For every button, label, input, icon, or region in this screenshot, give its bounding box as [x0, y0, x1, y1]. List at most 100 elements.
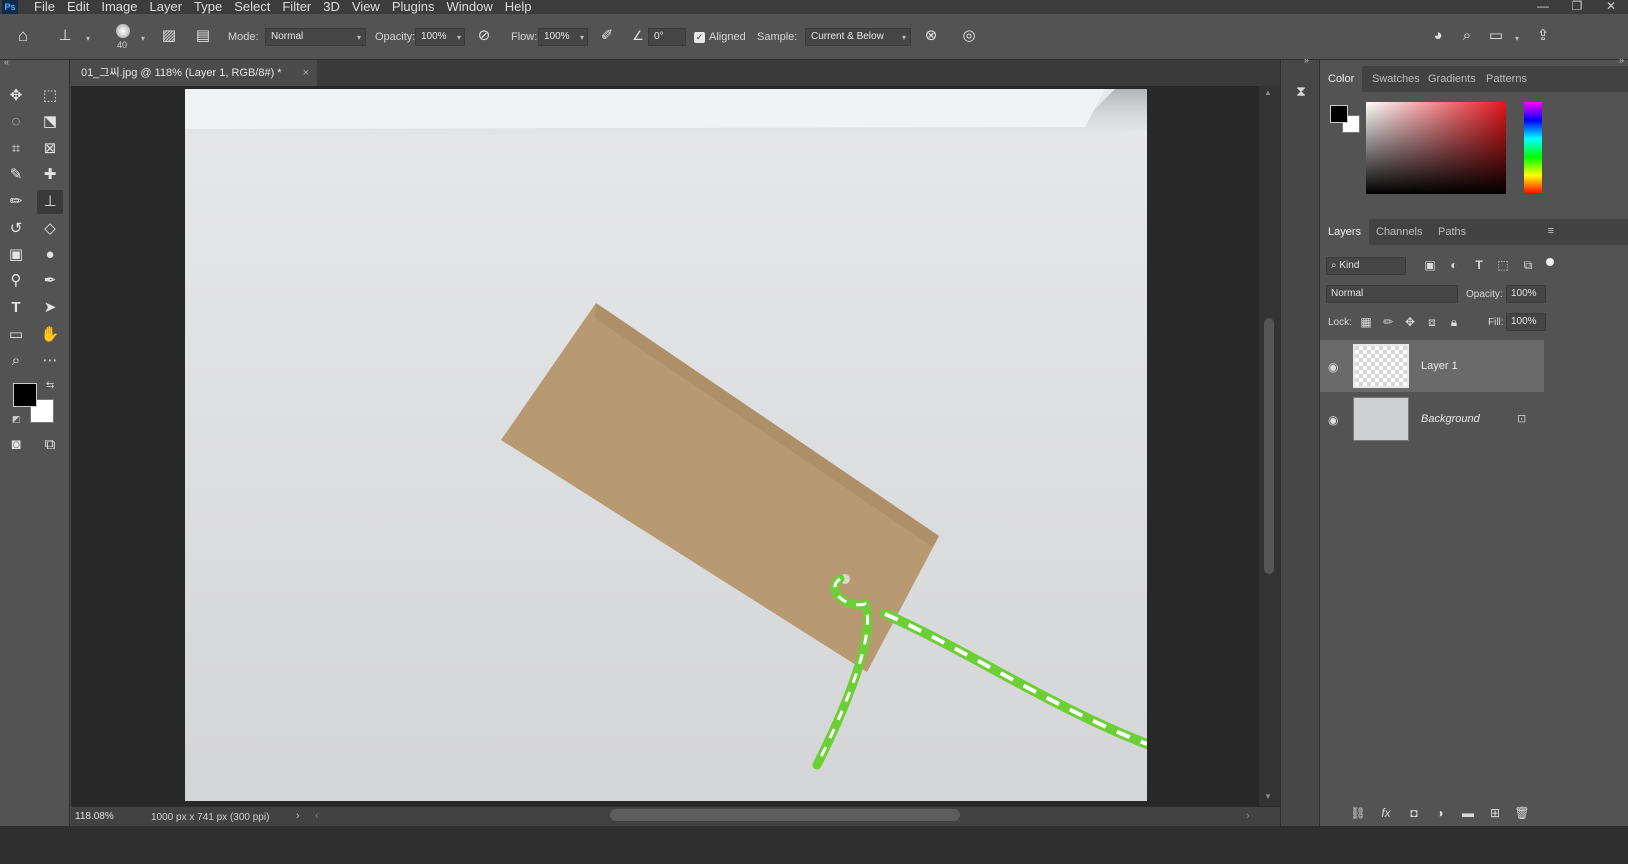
document-image[interactable]: [185, 89, 1147, 801]
dodge-tool-icon[interactable]: ⚲: [3, 269, 29, 293]
color-field[interactable]: [1366, 102, 1506, 194]
menu-filter[interactable]: Filter: [282, 0, 311, 14]
collapse-panels-icon[interactable]: »: [1619, 55, 1624, 65]
crop-tool-icon[interactable]: ⌗: [3, 137, 29, 161]
tab-channels[interactable]: Channels: [1368, 219, 1430, 245]
collapse-dock-icon[interactable]: »: [1304, 55, 1309, 65]
close-icon[interactable]: ✕: [1594, 0, 1628, 14]
close-tab-icon[interactable]: ×: [303, 60, 309, 86]
layer-filter-select[interactable]: ⌕ Kind: [1326, 257, 1406, 275]
healing-brush-tool-icon[interactable]: ✚: [37, 163, 63, 187]
brush-preview-icon[interactable]: [116, 24, 130, 38]
move-tool-icon[interactable]: ✥: [3, 84, 29, 108]
tab-gradients[interactable]: Gradients: [1420, 66, 1484, 92]
adjustment-filter-icon[interactable]: ◐: [1446, 258, 1462, 272]
screen-mode-icon[interactable]: ⧉: [37, 433, 63, 457]
mode-select[interactable]: Normal ▾: [265, 28, 366, 46]
default-colors-icon[interactable]: ◩: [12, 414, 21, 425]
vertical-scroll-thumb[interactable]: [1264, 318, 1274, 574]
lock-all-icon[interactable]: 🔒︎: [1446, 315, 1462, 330]
eyedropper-tool-icon[interactable]: ✎: [3, 163, 29, 187]
layer-name[interactable]: Layer 1: [1421, 360, 1458, 372]
chevron-down-icon[interactable]: ▾: [1515, 34, 1519, 43]
document-tab[interactable]: 01_그씨.jpg @ 118% (Layer 1, RGB/8#) * ×: [71, 60, 317, 86]
lock-pixels-icon[interactable]: ✏: [1380, 315, 1396, 329]
more-tools-icon[interactable]: ⋯: [37, 349, 63, 373]
scroll-right-icon[interactable]: ›: [1246, 810, 1250, 822]
layer-row-background[interactable]: ◉ Background ⊡: [1320, 393, 1544, 445]
sample-select[interactable]: Current & Below ▾: [805, 28, 911, 46]
pixel-filter-icon[interactable]: ▣: [1422, 258, 1438, 272]
path-selection-tool-icon[interactable]: ➤: [37, 296, 63, 320]
object-selection-tool-icon[interactable]: ⬔: [37, 110, 63, 134]
tab-swatches[interactable]: Swatches: [1364, 66, 1428, 92]
pressure-opacity-icon[interactable]: ⊘: [475, 27, 493, 45]
lasso-tool-icon[interactable]: ◌: [3, 110, 29, 134]
menu-file[interactable]: File: [34, 0, 55, 14]
zoom-tool-icon[interactable]: ⌕: [3, 349, 29, 373]
swap-colors-icon[interactable]: ⇆: [46, 380, 54, 391]
color-panel-fg-swatch[interactable]: [1330, 105, 1348, 123]
smart-object-filter-icon[interactable]: ⧉: [1520, 258, 1536, 273]
filter-toggle-icon[interactable]: [1546, 258, 1554, 266]
lock-artboard-icon[interactable]: ⧈: [1424, 315, 1440, 330]
menu-select[interactable]: Select: [234, 0, 270, 14]
fill-field[interactable]: 100%: [1506, 313, 1546, 331]
type-filter-icon[interactable]: T: [1471, 258, 1487, 272]
layer-thumbnail[interactable]: [1353, 397, 1409, 441]
eraser-tool-icon[interactable]: ◇: [37, 217, 63, 241]
aligned-checkbox[interactable]: ✓: [694, 32, 705, 43]
menu-layer[interactable]: Layer: [150, 0, 183, 14]
layer-style-icon[interactable]: fx: [1378, 806, 1394, 820]
hue-slider[interactable]: [1524, 102, 1542, 194]
rectangle-tool-icon[interactable]: ▭: [3, 323, 29, 347]
menu-type[interactable]: Type: [194, 0, 222, 14]
new-adjustment-layer-icon[interactable]: ◑: [1432, 806, 1448, 820]
layer-thumbnail[interactable]: [1353, 344, 1409, 388]
add-mask-icon[interactable]: ◘: [1406, 806, 1422, 820]
lock-position-icon[interactable]: ✥: [1402, 315, 1418, 329]
panel-menu-icon[interactable]: ≡: [1548, 225, 1554, 237]
brush-tool-icon[interactable]: ✏: [3, 190, 29, 214]
menu-edit[interactable]: Edit: [67, 0, 89, 14]
scroll-up-icon[interactable]: ▲: [1264, 88, 1272, 97]
quick-mask-icon[interactable]: ◙: [3, 433, 29, 457]
link-layers-icon[interactable]: ⛓: [1350, 806, 1366, 820]
delete-layer-icon[interactable]: 🗑︎: [1514, 806, 1530, 820]
menu-view[interactable]: View: [352, 0, 380, 14]
tab-patterns[interactable]: Patterns: [1478, 66, 1535, 92]
ignore-adjustment-layers-icon[interactable]: ⊗: [922, 27, 940, 45]
marquee-tool-icon[interactable]: ⬚: [37, 84, 63, 108]
blur-tool-icon[interactable]: ●: [37, 243, 63, 267]
layer-row-layer-1[interactable]: ◉ Layer 1: [1320, 340, 1544, 392]
document-info[interactable]: 1000 px x 741 px (300 ppi): [151, 812, 269, 823]
horizontal-scroll-thumb[interactable]: [610, 809, 960, 821]
status-menu-icon[interactable]: ›: [296, 810, 300, 822]
flow-field[interactable]: 100% ▾: [538, 28, 588, 46]
workspace-icon[interactable]: ▭: [1487, 27, 1505, 45]
zoom-level[interactable]: 118.08%: [75, 811, 114, 822]
chevron-down-icon[interactable]: ▾: [141, 34, 145, 43]
learn-icon[interactable]: ◕: [1429, 27, 1447, 45]
menu-help[interactable]: Help: [505, 0, 532, 14]
lock-transparency-icon[interactable]: ▦: [1358, 315, 1374, 329]
share-icon[interactable]: ⇪: [1534, 27, 1552, 45]
hand-tool-icon[interactable]: ✋: [37, 323, 63, 347]
new-layer-icon[interactable]: ⊞: [1487, 806, 1503, 820]
airbrush-icon[interactable]: ✐: [598, 27, 616, 45]
foreground-color-swatch[interactable]: [13, 383, 37, 407]
gradient-tool-icon[interactable]: ▣: [3, 243, 29, 267]
shape-filter-icon[interactable]: ⬚: [1495, 258, 1511, 272]
menu-image[interactable]: Image: [101, 0, 137, 14]
home-icon[interactable]: ⌂: [14, 27, 32, 45]
history-panel-icon[interactable]: ⧗: [1290, 80, 1312, 102]
clone-source-icon[interactable]: ▤: [194, 27, 212, 45]
search-icon[interactable]: ⌕: [1458, 27, 1476, 45]
menu-plugins[interactable]: Plugins: [392, 0, 435, 14]
pressure-size-icon[interactable]: ◎: [960, 27, 978, 45]
tab-color[interactable]: Color: [1320, 66, 1363, 92]
menu-window[interactable]: Window: [446, 0, 492, 14]
layer-name[interactable]: Background: [1421, 413, 1480, 425]
blend-mode-select[interactable]: Normal: [1326, 285, 1458, 303]
clone-stamp-tool-icon[interactable]: ⊥: [37, 190, 63, 214]
